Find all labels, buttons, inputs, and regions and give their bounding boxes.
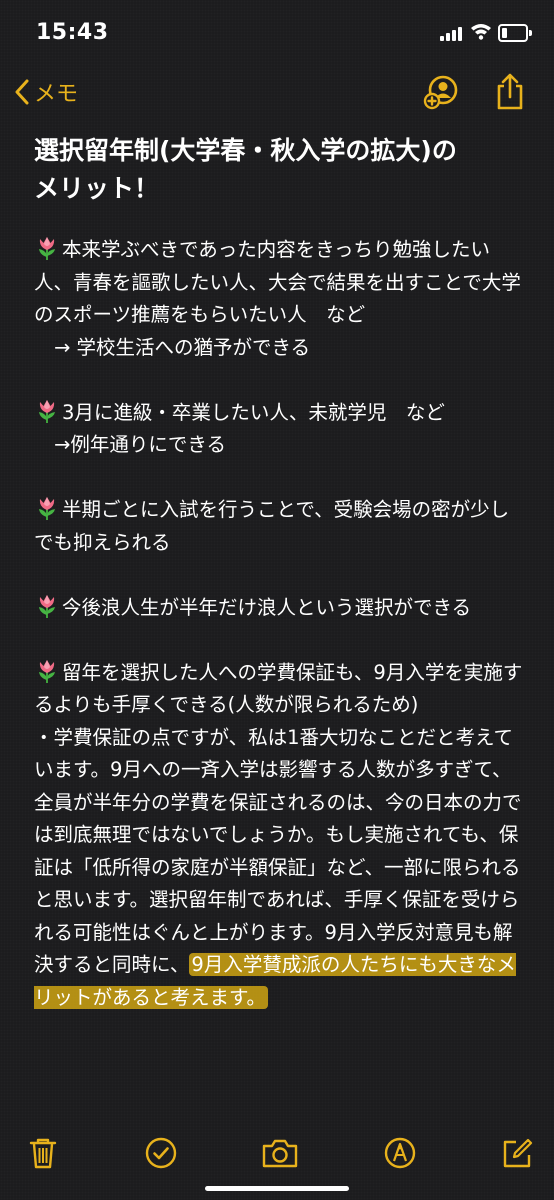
- checklist-icon[interactable]: [144, 1136, 178, 1170]
- paragraph-1-text: 本来学ぶべきであった内容をきっちり勉強したい人、青春を謳歌したい人、大会で結果を…: [34, 238, 521, 326]
- compose-icon[interactable]: [500, 1136, 534, 1170]
- paragraph-4: 今後浪人生が半年だけ浪人という選択ができる: [34, 592, 524, 625]
- tulip-icon: [39, 659, 55, 683]
- paragraph-6-text: ・学費保証の点ですが、私は1番大切なことだと考えています。9月への一斉入学は影響…: [34, 725, 522, 977]
- tulip-icon: [39, 237, 55, 260]
- cellular-signal-icon: [440, 25, 464, 41]
- markup-icon[interactable]: [383, 1136, 417, 1170]
- note-body: 本来学ぶべきであった内容をきっちり勉強したい人、青春を謳歌したい人、大会で結果を…: [34, 234, 524, 1014]
- trash-icon[interactable]: [26, 1136, 60, 1170]
- paragraph-3-text: 半期ごとに入試を行うことで、受験会場の密が少しでも抑えられる: [34, 498, 510, 554]
- tulip-icon: [39, 497, 55, 520]
- paragraph-2-text: 3月に進級・卒業したい人、未就学児 など: [62, 400, 445, 424]
- status-bar: 15:43: [0, 0, 554, 64]
- note-title-line1: 選択留年制(大学春・秋入学の拡大)の: [34, 136, 457, 165]
- note-content[interactable]: 選択留年制(大学春・秋入学の拡大)の メリット！ 本来学ぶべきであった内容をきっ…: [34, 122, 524, 1014]
- paragraph-4-text: 今後浪人生が半年だけ浪人という選択ができる: [62, 595, 472, 619]
- note-title-line2: メリット！: [34, 174, 160, 203]
- paragraph-3: 半期ごとに入試を行うことで、受験会場の密が少しでも抑えられる: [34, 494, 524, 559]
- battery-icon: [498, 24, 532, 42]
- chevron-left-icon: [15, 79, 29, 105]
- paragraph-2-result: →例年通りにできる: [54, 433, 226, 456]
- navigation-bar: メモ: [0, 64, 554, 120]
- paragraph-5-text: 留年を選択した人への学費保証も、9月入学を実施するよりも手厚くできる(人数が限ら…: [34, 660, 523, 717]
- share-icon[interactable]: [494, 72, 526, 112]
- bottom-toolbar: [0, 1126, 554, 1180]
- add-person-icon[interactable]: [422, 72, 462, 112]
- note-title: 選択留年制(大学春・秋入学の拡大)の メリット！: [34, 132, 524, 208]
- status-time: 15:43: [36, 20, 109, 45]
- paragraph-1-result: → 学校生活への猶予ができる: [54, 335, 311, 359]
- back-label: メモ: [34, 82, 79, 107]
- camera-icon[interactable]: [261, 1136, 299, 1170]
- back-button[interactable]: メモ: [14, 72, 78, 112]
- home-indicator[interactable]: [205, 1186, 349, 1191]
- paragraph-1: 本来学ぶべきであった内容をきっちり勉強したい人、青春を謳歌したい人、大会で結果を…: [34, 234, 524, 332]
- paragraph-2: 3月に進級・卒業したい人、未就学児 など: [34, 397, 524, 430]
- tulip-icon: [39, 399, 55, 423]
- wifi-icon: [471, 24, 491, 40]
- paragraph-5: 留年を選択した人への学費保証も、9月入学を実施するよりも手厚くできる(人数が限ら…: [34, 657, 524, 722]
- tulip-icon: [39, 594, 55, 618]
- paragraph-6: ・学費保証の点ですが、私は1番大切なことだと考えています。9月への一斉入学は影響…: [34, 722, 524, 1015]
